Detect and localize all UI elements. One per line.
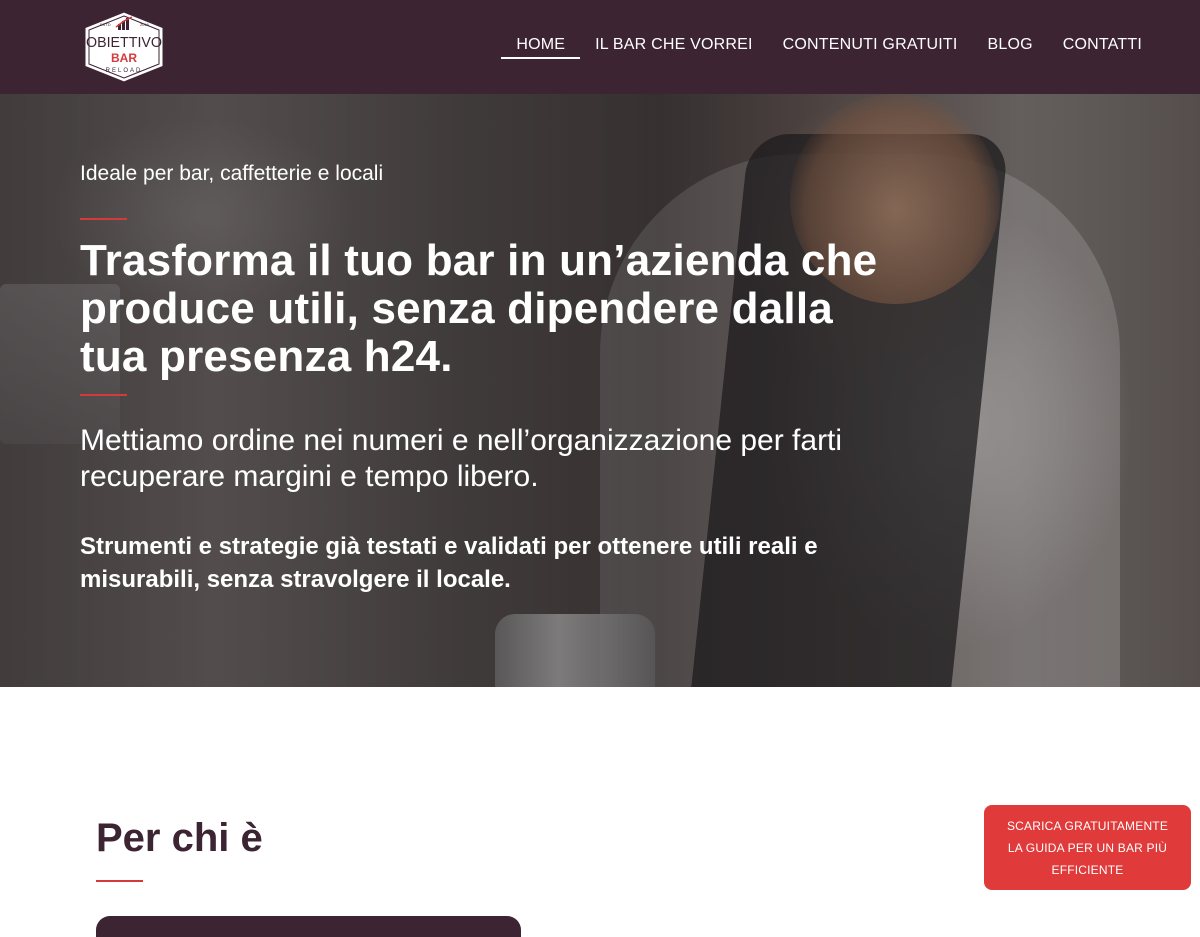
hero-section: Ideale per bar, caffetterie e locali Tra… xyxy=(0,94,1200,687)
nav-il-bar-che-vorrei[interactable]: IL BAR CHE VORREI xyxy=(580,34,768,58)
hero-claim: Strumenti e strategie già testati e vali… xyxy=(80,533,818,593)
logo-bottom-text: RELOAD xyxy=(106,68,143,74)
hero-headline: Trasforma il tuo bar in un’azienda che p… xyxy=(80,236,878,381)
nav-contenuti-gratuiti[interactable]: CONTENUTI GRATUITI xyxy=(768,34,973,58)
section-title: Per chi è xyxy=(96,816,263,860)
nav-blog[interactable]: BLOG xyxy=(973,34,1048,58)
logo-est-right: 2016 xyxy=(140,22,150,27)
logo-est-left: ESTD xyxy=(100,22,111,27)
nav-home[interactable]: HOME xyxy=(501,34,580,59)
section-divider xyxy=(96,880,143,882)
headline-divider xyxy=(80,394,127,396)
hero-kicker: Ideale per bar, caffetterie e locali xyxy=(80,162,384,185)
audience-card xyxy=(96,916,521,937)
logo[interactable]: ESTD 2016 OBIETTIVO BAR RELOAD xyxy=(80,9,168,85)
site-header: ESTD 2016 OBIETTIVO BAR RELOAD HOME IL B… xyxy=(0,0,1200,94)
logo-middle-text: BAR xyxy=(111,51,137,65)
download-guide-button[interactable]: SCARICA GRATUITAMENTE LA GUIDA PER UN BA… xyxy=(984,805,1191,890)
hero-subhead: Mettiamo ordine nei numeri e nell’organi… xyxy=(80,424,843,493)
logo-top-text: OBIETTIVO xyxy=(86,34,162,51)
main-nav: HOME IL BAR CHE VORREI CONTENUTI GRATUIT… xyxy=(501,34,1157,59)
nav-contatti[interactable]: CONTATTI xyxy=(1048,34,1157,58)
kicker-divider xyxy=(80,218,127,220)
